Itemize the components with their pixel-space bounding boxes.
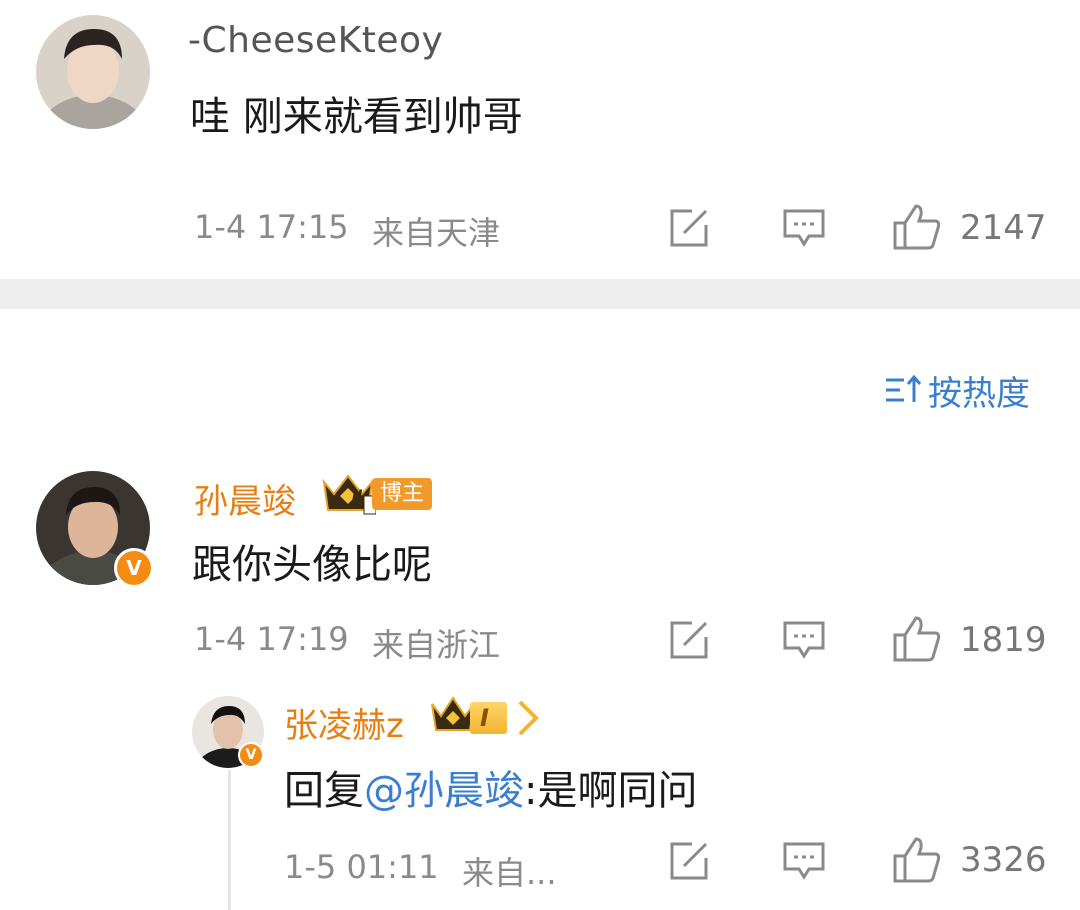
comment-location: 来自天津 bbox=[372, 214, 501, 252]
verified-icon: V bbox=[114, 548, 154, 588]
crown-icon bbox=[320, 472, 377, 520]
edit-icon[interactable] bbox=[668, 619, 712, 661]
comment-icon[interactable] bbox=[782, 841, 826, 881]
edit-icon[interactable] bbox=[668, 207, 712, 249]
reply-time: 1-5 01:11 bbox=[284, 848, 439, 886]
comment-username[interactable]: -CheeseKteoy bbox=[188, 20, 443, 61]
reply-location: 来自... bbox=[462, 854, 557, 892]
level-arrow-icon bbox=[518, 700, 544, 740]
avatar[interactable] bbox=[36, 15, 150, 129]
edit-icon[interactable] bbox=[668, 840, 712, 882]
section-divider bbox=[0, 279, 1080, 309]
reply-text: 回复@孙晨竣:是啊同问 bbox=[284, 758, 697, 816]
comment-time: 1-4 17:15 bbox=[194, 208, 349, 246]
like-icon[interactable] bbox=[892, 836, 942, 884]
level-badge: I bbox=[470, 702, 507, 734]
comment-time: 1-4 17:19 bbox=[194, 620, 349, 658]
comment-location: 来自浙江 bbox=[372, 626, 501, 664]
reply-thread-line bbox=[228, 770, 231, 910]
comment-text: 哇 刚来就看到帅哥 bbox=[190, 94, 523, 140]
comment-text: 跟你头像比呢 bbox=[192, 542, 432, 588]
sort-icon bbox=[884, 372, 924, 410]
mention-link[interactable]: @孙晨竣 bbox=[364, 768, 524, 814]
reply-prefix: 回复 bbox=[284, 768, 364, 814]
like-icon[interactable] bbox=[892, 615, 942, 663]
comment-icon[interactable] bbox=[782, 620, 826, 660]
blogger-badge: 博主 bbox=[372, 478, 433, 510]
reply-username[interactable]: 张凌赫z bbox=[284, 698, 404, 747]
level-badge: II bbox=[352, 488, 363, 504]
reply-body: :是啊同问 bbox=[524, 768, 698, 814]
verified-icon: V bbox=[238, 742, 264, 768]
sort-button[interactable]: 按热度 bbox=[884, 366, 1030, 415]
like-icon[interactable] bbox=[892, 203, 942, 251]
like-count: 3326 bbox=[960, 840, 1047, 880]
comment-username[interactable]: 孙晨竣 bbox=[194, 474, 296, 523]
like-count: 1819 bbox=[960, 620, 1047, 660]
comment-icon[interactable] bbox=[782, 208, 826, 248]
like-count: 2147 bbox=[960, 208, 1047, 248]
sort-label: 按热度 bbox=[928, 374, 1030, 414]
